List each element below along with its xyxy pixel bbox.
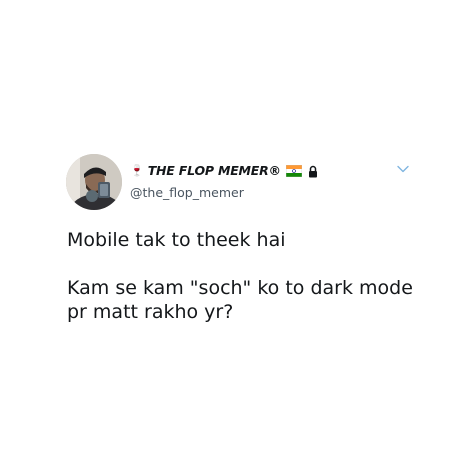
avatar[interactable] bbox=[66, 154, 122, 210]
indian-flag-icon bbox=[285, 165, 302, 177]
chevron-down-icon[interactable] bbox=[397, 165, 409, 173]
tweet-text-line: pr matt rakho yr? bbox=[67, 301, 234, 323]
wine-glass-icon: 🍷 bbox=[130, 165, 144, 177]
user-handle[interactable]: @the_flop_memer bbox=[130, 185, 244, 201]
display-name-row[interactable]: 🍷 THE FLOP MEMER® bbox=[130, 162, 319, 180]
tweet-card: 🍷 THE FLOP MEMER® @the_flop_memer Mobile… bbox=[0, 0, 474, 474]
lock-icon bbox=[308, 165, 317, 177]
tweet-text: Mobile tak to theek hai Kam se kam "soch… bbox=[67, 228, 447, 324]
tweet-text-line: Mobile tak to theek hai bbox=[67, 229, 286, 251]
tweet-text-line: Kam se kam "soch" ko to dark mode bbox=[67, 277, 413, 299]
display-name[interactable]: THE FLOP MEMER® bbox=[148, 162, 281, 180]
avatar-photo bbox=[66, 154, 122, 210]
